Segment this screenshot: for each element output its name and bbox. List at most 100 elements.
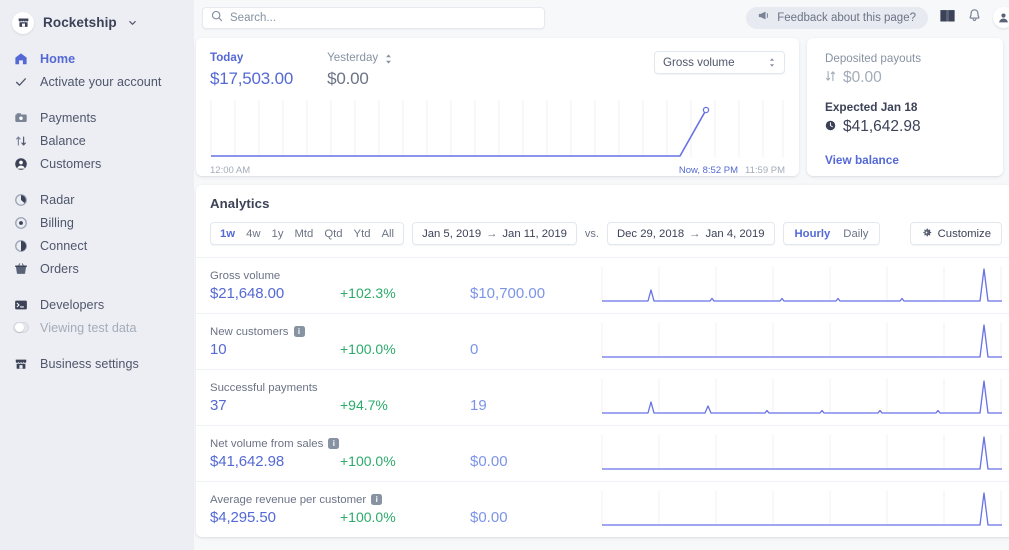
sidebar: Rocketship Home Activate your account <box>0 0 194 550</box>
metric-change: +94.7% <box>340 397 470 413</box>
arrow-right-icon: → <box>486 228 497 240</box>
sidebar-item-balance[interactable]: Balance <box>0 130 194 151</box>
metric-name: Net volume from sales <box>210 438 323 450</box>
metric-value: $21,648.00 <box>210 285 340 302</box>
view-balance-link[interactable]: View balance <box>825 153 1003 167</box>
metric-row[interactable]: Net volume from sales i $41,642.98 +100.… <box>196 425 1009 481</box>
axis-end-label: 11:59 PM <box>745 165 785 176</box>
range-option-1y[interactable]: 1y <box>268 226 288 242</box>
metric-row[interactable]: New customers i 10 +100.0% 0 <box>196 313 1009 369</box>
sidebar-item-developers[interactable]: Developers <box>0 294 194 315</box>
sidebar-item-activate-your-account[interactable]: Activate your account <box>0 71 194 92</box>
app-root: Rocketship Home Activate your account <box>0 0 1009 550</box>
metric-info: Successful payments 37 +94.7% 19 <box>210 382 600 414</box>
expected-payout-value: $41,642.98 <box>843 118 921 136</box>
metric-change: +100.0% <box>340 341 470 357</box>
metric-row[interactable]: Successful payments 37 +94.7% 19 <box>196 369 1009 425</box>
vs-label: vs. <box>585 228 599 240</box>
metric-sparkline <box>600 263 1004 309</box>
deposited-payouts-label: Deposited payouts <box>825 52 1003 65</box>
sidebar-item-customers[interactable]: Customers <box>0 153 194 174</box>
bell-icon[interactable] <box>967 8 982 28</box>
chevron-updown-icon <box>768 57 776 68</box>
user-avatar-icon[interactable] <box>993 7 1009 28</box>
sidebar-label: Activate your account <box>40 75 161 89</box>
metric-row[interactable]: Gross volume $21,648.00 +102.3% $10,700.… <box>196 257 1009 313</box>
balance-arrows-icon <box>13 133 29 149</box>
today-stat[interactable]: Today $17,503.00 <box>210 51 293 89</box>
sidebar-item-orders[interactable]: Orders <box>0 258 194 279</box>
sidebar-item-billing[interactable]: Billing <box>0 212 194 233</box>
customize-button[interactable]: Customize <box>910 222 1002 245</box>
range-option-4w[interactable]: 4w <box>242 226 264 242</box>
search-icon <box>211 9 223 27</box>
metric-values: $41,642.98 +100.0% $0.00 <box>210 453 600 470</box>
radar-icon <box>13 192 29 208</box>
sort-updown-icon[interactable] <box>384 53 393 65</box>
sidebar-item-viewing-test-data[interactable]: Viewing test data <box>0 317 194 338</box>
yesterday-label: Yesterday <box>327 51 378 64</box>
metric-select[interactable]: Gross volume <box>654 51 785 74</box>
range-segmented-control: 1w 4w 1y Mtd Qtd Ytd All <box>210 222 404 245</box>
analytics-filters: 1w 4w 1y Mtd Qtd Ytd All Jan 5, 2019 → J… <box>210 222 1004 257</box>
info-icon[interactable]: i <box>328 438 339 449</box>
range-option-all[interactable]: All <box>378 226 399 242</box>
customize-label: Customize <box>938 228 991 240</box>
sidebar-item-home[interactable]: Home <box>0 48 194 69</box>
search-input[interactable]: Search... <box>202 7 545 29</box>
main-content: Search... Feedback about this page? <box>194 0 1009 550</box>
sidebar-label: Connect <box>40 239 87 253</box>
brand-switcher[interactable]: Rocketship <box>0 0 194 36</box>
billing-icon <box>13 215 29 231</box>
sidebar-label: Viewing test data <box>40 321 137 335</box>
sidebar-label: Orders <box>40 262 79 276</box>
range-option-1w[interactable]: 1w <box>216 226 239 242</box>
granularity-segmented-control: Hourly Daily <box>783 222 881 245</box>
sidebar-item-radar[interactable]: Radar <box>0 189 194 210</box>
metric-name-wrap: New customers i <box>210 326 600 338</box>
primary-date-range[interactable]: Jan 5, 2019 → Jan 11, 2019 <box>412 222 577 245</box>
nav-group-money: Payments Balance Customers <box>0 107 194 174</box>
metric-info: Net volume from sales i $41,642.98 +100.… <box>210 438 600 470</box>
book-icon[interactable] <box>939 8 956 28</box>
feedback-button[interactable]: Feedback about this page? <box>746 7 928 29</box>
metric-value: 10 <box>210 341 340 358</box>
analytics-card: Analytics 1w 4w 1y Mtd Qtd Ytd All Jan 5… <box>196 185 1009 537</box>
metric-sparkline <box>600 319 1004 365</box>
metric-sparkline <box>600 431 1004 477</box>
chevron-down-icon[interactable] <box>128 18 137 27</box>
storefront-icon <box>13 356 29 372</box>
metric-sparkline <box>600 375 1004 421</box>
primary-range-start: Jan 5, 2019 <box>422 228 481 240</box>
sidebar-item-connect[interactable]: Connect <box>0 235 194 256</box>
sidebar-label: Radar <box>40 193 75 207</box>
metric-name: Gross volume <box>210 270 280 282</box>
deposited-payouts-row: $0.00 <box>825 69 1003 87</box>
terminal-icon <box>13 297 29 313</box>
metric-compare-value: $0.00 <box>470 453 508 470</box>
top-bar: Search... Feedback about this page? <box>194 0 1009 35</box>
nav-group-developers: Developers Viewing test data <box>0 294 194 338</box>
range-option-mtd[interactable]: Mtd <box>290 226 317 242</box>
granularity-option-hourly[interactable]: Hourly <box>791 226 835 242</box>
metric-name-wrap: Successful payments <box>210 382 600 394</box>
yesterday-stat[interactable]: Yesterday $0.00 <box>327 51 378 89</box>
sidebar-item-business-settings[interactable]: Business settings <box>0 353 194 374</box>
today-volume-chart <box>210 100 785 162</box>
clock-icon <box>825 118 836 136</box>
info-icon[interactable]: i <box>371 494 382 505</box>
toggle-off-icon[interactable] <box>13 320 29 336</box>
sidebar-item-payments[interactable]: Payments <box>0 107 194 128</box>
today-card-header: Today $17,503.00 Yesterday $0.00 Gross v… <box>210 51 785 89</box>
expected-payout-label: Expected Jan 18 <box>825 100 1003 114</box>
compare-date-range[interactable]: Dec 29, 2018 → Jan 4, 2019 <box>607 222 775 245</box>
deposited-payouts-value: $0.00 <box>843 69 882 87</box>
search-placeholder: Search... <box>230 12 276 24</box>
granularity-option-daily[interactable]: Daily <box>839 226 872 242</box>
range-option-qtd[interactable]: Qtd <box>320 226 346 242</box>
megaphone-icon <box>757 9 770 27</box>
metric-row[interactable]: Average revenue per customer i $4,295.50… <box>196 481 1009 537</box>
metric-name: New customers <box>210 326 289 338</box>
range-option-ytd[interactable]: Ytd <box>350 226 375 242</box>
info-icon[interactable]: i <box>294 326 305 337</box>
